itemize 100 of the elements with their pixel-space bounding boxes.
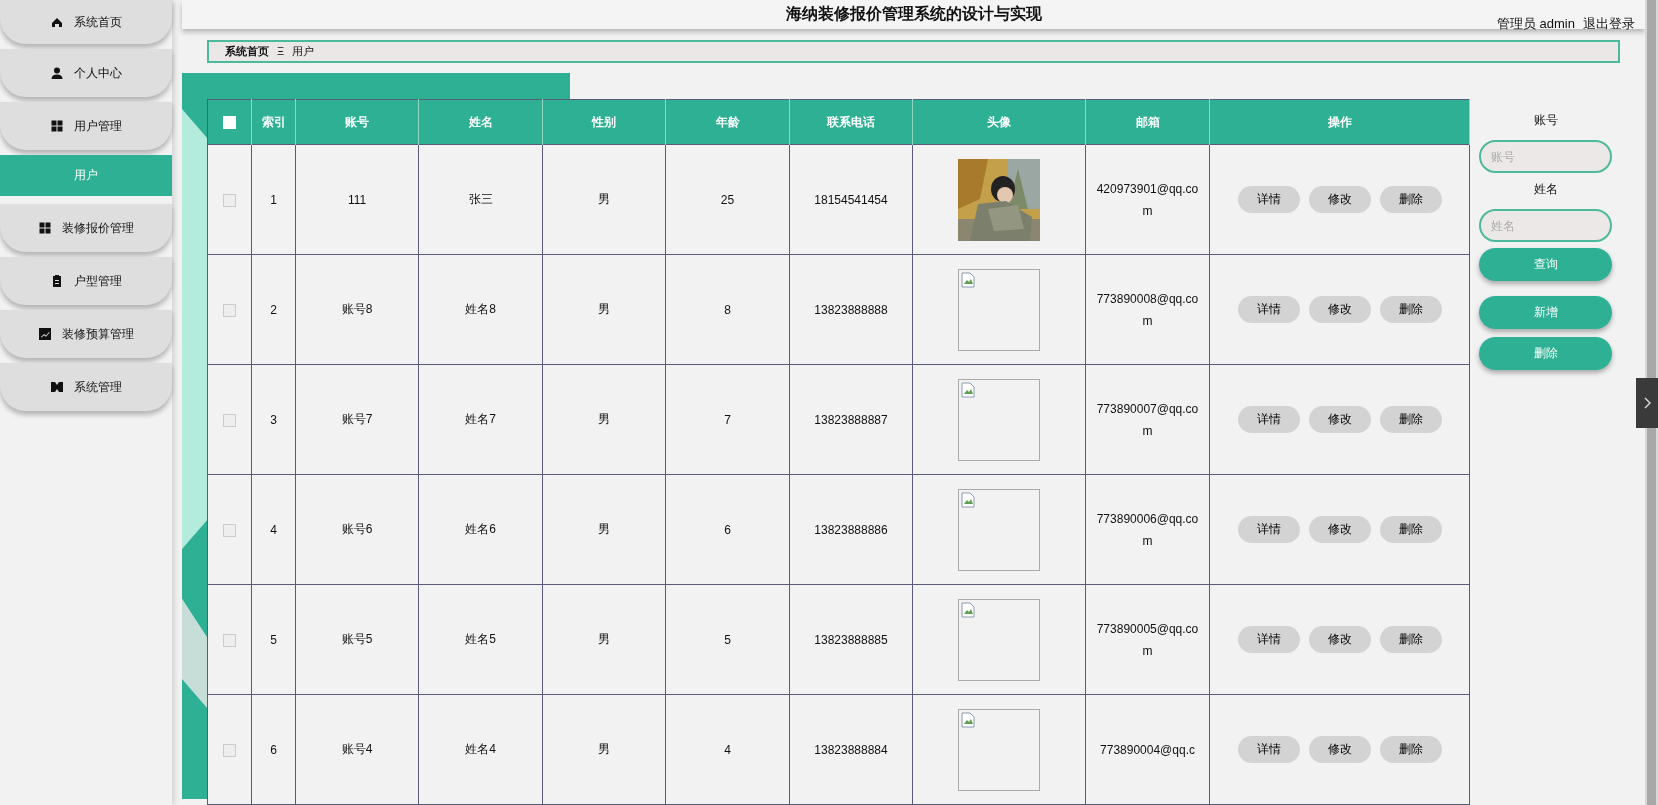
action-button[interactable]: 删除	[1379, 626, 1442, 653]
table-cell: 3	[251, 364, 296, 475]
table-cell: 13823888884	[789, 694, 913, 805]
action-button[interactable]: 修改	[1308, 736, 1371, 763]
table-cell: 2	[251, 254, 296, 365]
action-button[interactable]: 删除	[1379, 516, 1442, 543]
action-button[interactable]: 详情	[1237, 406, 1300, 433]
table-cell: 账号4	[295, 694, 419, 805]
table-cell: 25	[665, 144, 790, 255]
chart-icon	[38, 327, 52, 341]
table-cell: 张三	[418, 144, 543, 255]
table-cell: 773890007@qq.com	[1085, 364, 1210, 475]
row-checkbox[interactable]	[223, 743, 236, 757]
action-button[interactable]: 修改	[1308, 296, 1371, 323]
home-icon	[50, 15, 64, 29]
table-cell: 姓名7	[418, 364, 543, 475]
table-cell: 4	[665, 694, 790, 805]
table-cell: 13823888888	[789, 254, 913, 365]
logout-link[interactable]: 退出登录	[1583, 15, 1635, 33]
table-cell: 13823888887	[789, 364, 913, 475]
sidebar-item[interactable]: 个人中心	[0, 49, 172, 97]
sidebar-item[interactable]: 装修报价管理	[0, 204, 172, 252]
action-button[interactable]: 删除	[1379, 186, 1442, 213]
table-cell: 男	[542, 474, 666, 585]
action-button[interactable]: 详情	[1237, 516, 1300, 543]
column-header: 姓名	[418, 99, 543, 145]
action-button[interactable]: 修改	[1308, 186, 1371, 213]
table-cell: 姓名4	[418, 694, 543, 805]
page-title: 海纳装修报价管理系统的设计与实现	[785, 3, 1042, 24]
action-button[interactable]: 详情	[1237, 296, 1300, 323]
table-cell: 773890005@qq.com	[1085, 584, 1210, 695]
table-cell: 773890008@qq.com	[1085, 254, 1210, 365]
action-button[interactable]: 删除	[1379, 736, 1442, 763]
table-cell: 6	[251, 694, 296, 805]
sidebar-item[interactable]: 系统管理	[0, 363, 172, 411]
action-button[interactable]: 修改	[1308, 516, 1371, 543]
broken-image-icon	[961, 491, 975, 508]
row-checkbox[interactable]	[223, 523, 236, 537]
table-cell: 8	[665, 254, 790, 365]
chevron-right-icon	[1643, 397, 1651, 409]
action-button[interactable]: 删除	[1379, 296, 1442, 323]
table-cell: 111	[295, 144, 419, 255]
table-cell: 账号7	[295, 364, 419, 475]
table-cell: 5	[251, 584, 296, 695]
row-checkbox[interactable]	[223, 413, 236, 427]
field-label: 账号	[1533, 112, 1558, 129]
table-cell: 账号8	[295, 254, 419, 365]
broken-image-icon	[961, 271, 975, 288]
column-header: 账号	[295, 99, 419, 145]
action-button[interactable]: 详情	[1237, 736, 1300, 763]
table-cell: 账号6	[295, 474, 419, 585]
breadcrumb-item[interactable]: 用户	[292, 43, 315, 59]
search-field[interactable]: 姓名	[1479, 209, 1612, 242]
column-header: 邮箱	[1085, 99, 1210, 145]
sidebar-item[interactable]: 系统首页	[0, 0, 172, 44]
table-cell: 420973901@qq.com	[1085, 144, 1210, 255]
table-cell: 5	[665, 584, 790, 695]
table-cell: 姓名5	[418, 584, 543, 695]
row-checkbox[interactable]	[223, 193, 236, 207]
action-button[interactable]: 删除	[1379, 406, 1442, 433]
table-cell: 6	[665, 474, 790, 585]
breadcrumb-item[interactable]: 系统首页	[225, 43, 269, 59]
table-cell: 账号5	[295, 584, 419, 695]
table-cell: 姓名6	[418, 474, 543, 585]
broken-image-icon	[961, 381, 975, 398]
grid-icon	[50, 119, 64, 133]
column-header: 性别	[542, 99, 666, 145]
table-cell: 13823888885	[789, 584, 913, 695]
table-cell: 男	[542, 694, 666, 805]
table-cell: 773890004@qq.c	[1085, 694, 1210, 805]
row-checkbox[interactable]	[223, 633, 236, 647]
column-header: 联系电话	[789, 99, 913, 145]
user-label: 管理员 admin	[1496, 15, 1575, 33]
expand-tab[interactable]	[1636, 378, 1658, 428]
scrollbar[interactable]	[1645, 0, 1658, 805]
breadcrumb-separator: Ξ	[277, 45, 285, 58]
action-button[interactable]: 修改	[1308, 406, 1371, 433]
table-cell: 姓名8	[418, 254, 543, 365]
table-cell: 男	[542, 584, 666, 695]
field-label: 姓名	[1533, 181, 1558, 198]
action-button[interactable]: 详情	[1237, 186, 1300, 213]
clipboard-icon	[50, 274, 64, 288]
broken-image-icon	[961, 711, 975, 728]
row-checkbox[interactable]	[223, 303, 236, 317]
action-button[interactable]: 修改	[1308, 626, 1371, 653]
search-field[interactable]: 账号	[1479, 140, 1612, 173]
sidebar-item[interactable]: 户型管理	[0, 257, 172, 305]
table-cell: 4	[251, 474, 296, 585]
action-button[interactable]: 详情	[1237, 626, 1300, 653]
grid-icon	[38, 221, 52, 235]
table-cell: 7	[665, 364, 790, 475]
sidebar-item[interactable]: 用户管理	[0, 102, 172, 150]
table-cell: 1	[251, 144, 296, 255]
table-cell: 男	[542, 254, 666, 365]
person-icon	[50, 66, 64, 80]
column-header: 操作	[1209, 99, 1470, 145]
sidebar-item[interactable]: 装修预算管理	[0, 310, 172, 358]
table-cell: 男	[542, 364, 666, 475]
select-all-checkbox[interactable]	[223, 116, 236, 130]
table-cell: 773890006@qq.com	[1085, 474, 1210, 585]
